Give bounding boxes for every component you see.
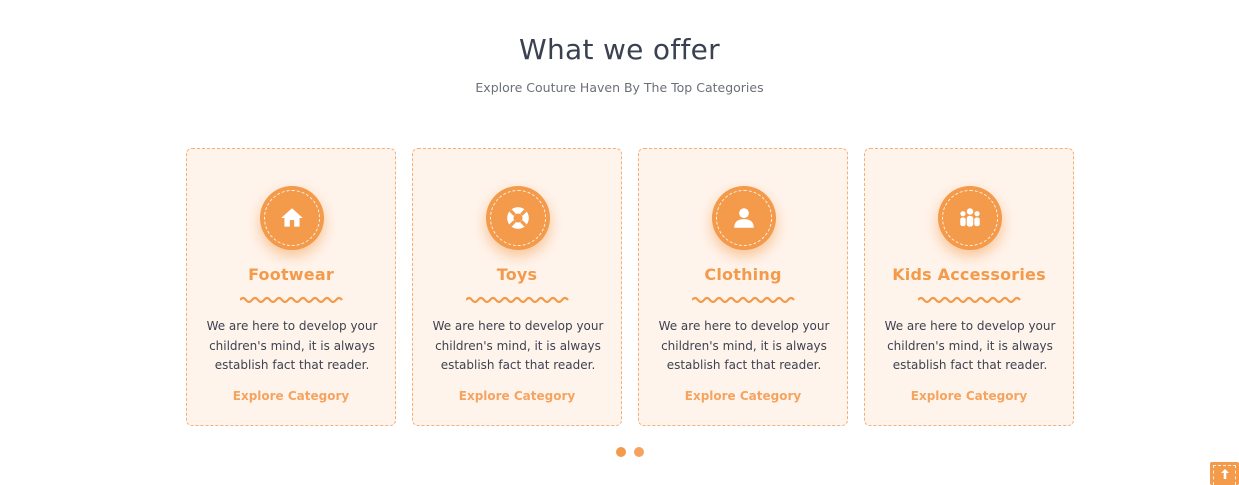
card-title: Footwear <box>248 265 334 284</box>
card-title: Kids Accessories <box>892 265 1046 284</box>
card-description: We are here to develop your children's m… <box>432 319 604 372</box>
category-card-clothing: Clothing We are here to develop your chi… <box>638 148 848 426</box>
card-title: Clothing <box>704 265 782 284</box>
explore-category-link[interactable]: Explore Category <box>413 389 621 403</box>
offer-section: What we offer Explore Couture Haven By T… <box>0 0 1239 485</box>
category-card-footwear: Footwear We are here to develop your chi… <box>186 148 396 426</box>
group-icon <box>938 186 1002 250</box>
explore-category-link[interactable]: Explore Category <box>639 389 847 403</box>
wave-divider <box>918 296 1021 303</box>
section-subtitle: Explore Couture Haven By The Top Categor… <box>475 80 764 95</box>
scroll-to-top-button[interactable] <box>1210 462 1239 485</box>
category-card-kids-accessories: Kids Accessories We are here to develop … <box>864 148 1074 426</box>
explore-category-link[interactable]: Explore Category <box>865 389 1073 403</box>
home-icon <box>260 186 324 250</box>
carousel-dot-1[interactable] <box>616 447 626 457</box>
card-description: We are here to develop your children's m… <box>206 319 378 372</box>
carousel-dot-2[interactable] <box>634 447 644 457</box>
explore-category-link[interactable]: Explore Category <box>187 389 395 403</box>
user-icon <box>712 186 776 250</box>
card-description: We are here to develop your children's m… <box>658 319 830 372</box>
wave-divider <box>240 296 343 303</box>
category-card-toys: Toys We are here to develop your childre… <box>412 148 622 426</box>
wave-divider <box>692 296 795 303</box>
section-title: What we offer <box>519 33 720 66</box>
carousel-dots <box>616 447 644 457</box>
lifebuoy-icon <box>486 186 550 250</box>
card-title: Toys <box>496 265 538 284</box>
card-description: We are here to develop your children's m… <box>884 319 1056 372</box>
arrow-up-icon <box>1220 468 1229 479</box>
wave-divider <box>466 296 569 303</box>
